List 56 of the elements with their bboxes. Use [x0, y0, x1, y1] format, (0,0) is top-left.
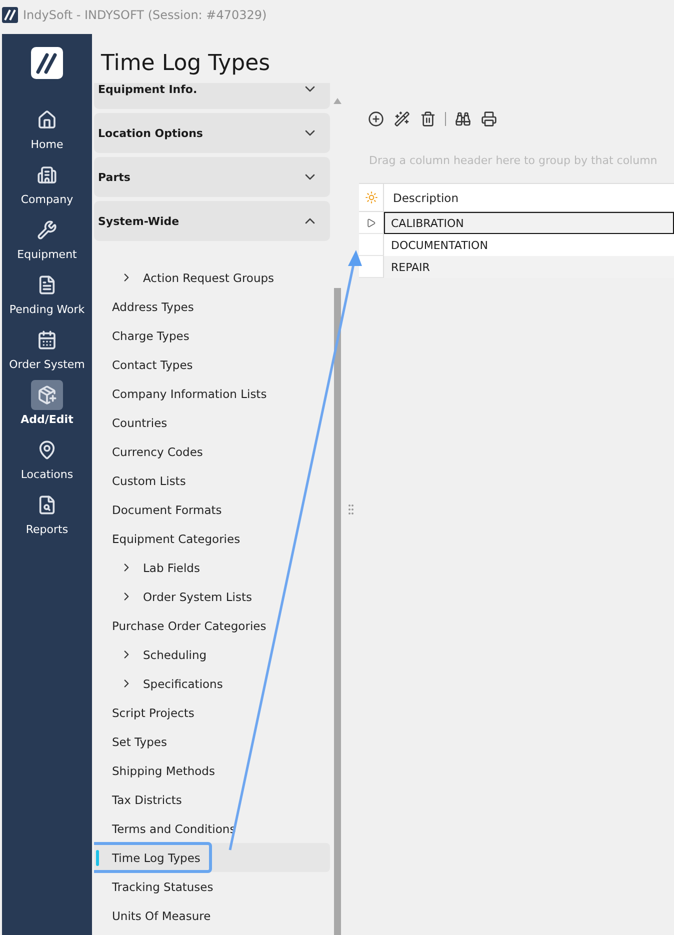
- nav-label[interactable]: Equipment: [17, 248, 77, 261]
- nav-label[interactable]: Locations: [20, 468, 74, 481]
- menu-item[interactable]: Script Projects: [94, 698, 330, 727]
- scrollbar-thumb[interactable]: [334, 288, 341, 935]
- menu-item[interactable]: Currency Codes: [94, 437, 330, 466]
- wand-icon[interactable]: [393, 110, 411, 128]
- section-header[interactable]: System-Wide: [94, 201, 330, 241]
- menu-item[interactable]: Set Types: [94, 727, 330, 756]
- delete-icon[interactable]: [419, 110, 437, 128]
- menu-item[interactable]: Charge Types: [94, 321, 330, 350]
- add-icon[interactable]: [367, 110, 385, 128]
- section-label: Equipment Info.: [98, 83, 198, 96]
- menu-item[interactable]: Shipping Methods: [94, 756, 330, 785]
- menu-item[interactable]: Time Log Types: [94, 843, 330, 872]
- section-header[interactable]: Location Options: [94, 113, 330, 153]
- section-header[interactable]: Equipment Info.: [94, 83, 330, 109]
- section-label: Parts: [98, 170, 130, 184]
- menu-item[interactable]: Document Formats: [94, 495, 330, 524]
- nav-label[interactable]: Home: [30, 138, 64, 151]
- menu-item[interactable]: Countries: [94, 408, 330, 437]
- menu-item[interactable]: Custom Lists: [94, 466, 330, 495]
- section-label: System-Wide: [98, 214, 180, 228]
- menu-item[interactable]: Tracking Statuses: [94, 872, 330, 901]
- table-cell[interactable]: CALIBRATION: [384, 212, 674, 234]
- binoculars-icon[interactable]: [454, 110, 472, 128]
- nav-label[interactable]: Reports: [26, 523, 68, 536]
- column-header[interactable]: Description: [384, 184, 674, 211]
- selection-indicator: [96, 850, 99, 866]
- menu-item[interactable]: Units Of Measure: [94, 901, 330, 930]
- menu-item[interactable]: Action Request Groups: [94, 263, 330, 292]
- row-indicator[interactable]: [359, 212, 384, 234]
- section-label: Location Options: [98, 126, 203, 140]
- group-by-hint: Drag a column header here to group by that column: [368, 152, 658, 168]
- nav-label[interactable]: Add/Edit: [20, 413, 74, 426]
- menu-item[interactable]: Company Information Lists: [94, 379, 330, 408]
- menu-item[interactable]: Scheduling: [94, 640, 330, 669]
- nav-label[interactable]: Pending Work: [9, 303, 85, 316]
- menu-item[interactable]: Purchase Order Categories: [94, 611, 330, 640]
- window-title: IndySoft - INDYSOFT (Session: #470329): [23, 8, 267, 22]
- package-plus-icon[interactable]: [31, 380, 63, 410]
- menu-item[interactable]: Specifications: [94, 669, 330, 698]
- menu-item[interactable]: Lab Fields: [94, 553, 330, 582]
- app-logo-icon: [31, 47, 63, 79]
- menu-item[interactable]: Tax Districts: [94, 785, 330, 814]
- menu-item[interactable]: Order System Lists: [94, 582, 330, 611]
- nav-label[interactable]: Company: [20, 193, 74, 206]
- print-icon[interactable]: [480, 110, 498, 128]
- menu-item[interactable]: Equipment Categories: [94, 524, 330, 553]
- page-title: Time Log Types: [100, 50, 272, 78]
- app-logo-icon: [2, 7, 18, 23]
- splitter-grip-icon[interactable]: [348, 504, 354, 514]
- section-header[interactable]: Parts: [94, 157, 330, 197]
- menu-item[interactable]: Address Types: [94, 292, 330, 321]
- table-cell[interactable]: DOCUMENTATION: [384, 234, 674, 256]
- nav-label[interactable]: Order System: [9, 358, 85, 371]
- menu-item[interactable]: Contact Types: [94, 350, 330, 379]
